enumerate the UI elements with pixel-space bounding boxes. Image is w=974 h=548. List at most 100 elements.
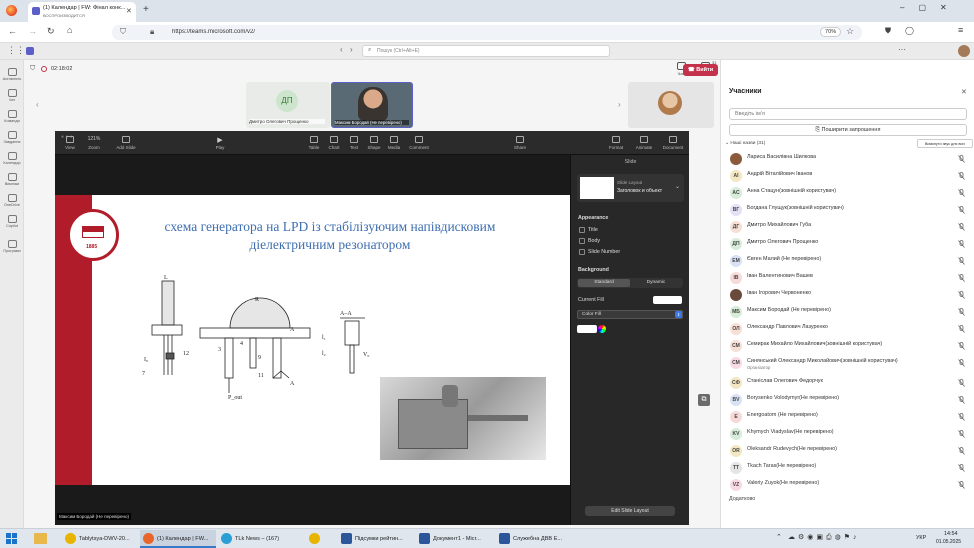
bookmark-star-icon[interactable]: ☆: [846, 26, 854, 37]
close-panel-icon[interactable]: ✕: [961, 88, 967, 96]
browser-tab[interactable]: (1) Календар | FW: Фінал конк... ВОСПРОИ…: [28, 2, 136, 22]
account-icon[interactable]: ◯: [905, 26, 914, 35]
zoom-badge[interactable]: 70%: [820, 27, 842, 37]
rail-copilot[interactable]: Copilot: [0, 215, 24, 228]
video-tile-1[interactable]: ДП Дмитро Олегович Прощенко: [246, 82, 330, 128]
tray-chevron-icon[interactable]: ⌃: [776, 533, 782, 541]
rail-calls[interactable]: Виклики: [0, 173, 24, 186]
rail-chat[interactable]: Чат: [0, 89, 24, 102]
participant-row[interactable]: ОЛ Олександр Павлович Лазуренко: [727, 321, 973, 338]
participant-row[interactable]: ЛШ Лариса Василівна Шилкова: [727, 151, 973, 168]
forward-icon[interactable]: ›: [350, 45, 353, 54]
taskbar-app[interactable]: TLk News – (167): [218, 530, 304, 548]
strip-next-icon[interactable]: ›: [618, 100, 621, 109]
pop-out-icon[interactable]: ⧉: [698, 394, 710, 406]
taskbar-app[interactable]: Документ1 - Micr...: [416, 530, 494, 548]
taskbar-app[interactable]: Служебна ДВВ Е...: [496, 530, 574, 548]
format-button[interactable]: Format: [605, 136, 627, 150]
firefox-icon[interactable]: [6, 5, 17, 16]
invite-input[interactable]: Введіть ім'я: [729, 108, 967, 120]
text-button[interactable]: Text: [343, 136, 365, 150]
media-button[interactable]: Media: [383, 136, 405, 150]
participant-row[interactable]: ЕМ Євген Малий (Не перевірено): [727, 253, 973, 270]
forward-icon[interactable]: →: [28, 26, 37, 36]
participant-row[interactable]: ІЧ Іван Ігорович Червоненко: [727, 287, 973, 304]
video-tile-3[interactable]: [628, 82, 714, 128]
close-icon[interactable]: ✕: [126, 7, 132, 15]
user-avatar[interactable]: [958, 45, 970, 57]
slide-layout-selector[interactable]: Slide Layout Заголовок и объект ⌄: [577, 174, 684, 202]
extensions-icon[interactable]: ⛊: [885, 26, 891, 36]
rail-bell[interactable]: Активність: [0, 68, 24, 81]
participant-row[interactable]: ДГ Дмитро Михайлович Губа: [727, 219, 973, 236]
app-grid-icon[interactable]: ⋮⋮: [7, 45, 25, 56]
url-field[interactable]: ⛉ 🔒︎ https://teams.microsoft.com/v2/ 70%…: [112, 25, 862, 40]
share-button[interactable]: Share: [509, 136, 531, 150]
zoom-button[interactable]: 121% Zoom: [83, 136, 105, 150]
fill-type-select[interactable]: Color Fill ⇕: [577, 310, 683, 319]
color-well[interactable]: [577, 325, 597, 333]
color-picker-icon[interactable]: [598, 325, 606, 333]
table-button[interactable]: Table: [303, 136, 325, 150]
play-button[interactable]: ▶ Play: [209, 136, 231, 150]
back-icon[interactable]: ←: [8, 26, 17, 36]
rail-cloud[interactable]: OneDrive: [0, 194, 24, 207]
clock-time[interactable]: 14:54: [944, 531, 958, 537]
participant-row[interactable]: МБ Максим Бородай (Не перевірено): [727, 304, 973, 321]
title-checkbox[interactable]: [579, 227, 585, 233]
dynamic-segment[interactable]: Dynamic: [630, 279, 682, 287]
home-icon[interactable]: ⌂: [67, 25, 72, 35]
file-explorer-icon[interactable]: [34, 533, 47, 544]
language-indicator[interactable]: УКР: [916, 535, 926, 541]
new-tab-icon[interactable]: +: [143, 4, 149, 15]
taskbar-app[interactable]: (1) Календар | FW...: [140, 530, 216, 548]
share-invite-button[interactable]: ⎘ Поширити запрошення: [729, 124, 967, 136]
rail-tasks[interactable]: Завдання: [0, 131, 24, 144]
body-checkbox[interactable]: [579, 238, 585, 244]
inspector-tab[interactable]: Slide: [571, 159, 690, 165]
participant-row[interactable]: ВГ Богдана Глущук(зовнішній користувач): [727, 202, 973, 219]
participant-row[interactable]: ІВ Іван Валентинович Вашев: [727, 270, 973, 287]
mute-all-button[interactable]: Вимкнути звук для всіх: [917, 139, 973, 148]
participant-row[interactable]: ДП Дмитро Олегович Прощенко: [727, 236, 973, 253]
section-toggle[interactable]: ⌄ Наші назви (31): [725, 141, 765, 146]
participant-row[interactable]: TT Tkach Taras(Не перевірено): [727, 460, 973, 477]
menu-icon[interactable]: ≡: [958, 25, 963, 35]
video-tile-2[interactable]: Максим Бородай (Не перевірено): [331, 82, 413, 128]
rail-teams[interactable]: Команди: [0, 110, 24, 123]
participant-row[interactable]: KV Khymych Viadyslav(Не перевірено): [727, 426, 973, 443]
search-input[interactable]: ⌕ Пошук (Ctrl+Alt+E): [362, 45, 610, 57]
participant-row[interactable]: AC Анна Стацун(зовнішній користувач): [727, 185, 973, 202]
chart-button[interactable]: Chart: [323, 136, 345, 150]
comment-button[interactable]: Comment: [406, 136, 432, 150]
participant-row[interactable]: СМ Семирак Михайло Михайлович(зовнішній к…: [727, 338, 973, 355]
taskbar-app[interactable]: Tablytsya-DWV-20...: [62, 530, 138, 548]
shape-button[interactable]: Shape: [363, 136, 385, 150]
standard-segment[interactable]: Standard: [578, 279, 630, 287]
leave-button[interactable]: ☎︎ Вийти: [683, 64, 718, 76]
clock-date[interactable]: 01.05.2025: [936, 539, 961, 545]
add-slide-button[interactable]: Add Slide: [113, 136, 139, 150]
more-options-icon[interactable]: ⋯: [898, 45, 906, 54]
start-icon[interactable]: [6, 533, 17, 544]
edit-slide-layout-button[interactable]: Edit Slide Layout: [585, 506, 675, 516]
participant-row[interactable]: BV Borysenko Volodymyr(Не перевірено): [727, 392, 973, 409]
rail-calendar[interactable]: Календар: [0, 152, 24, 165]
additional-section[interactable]: Додатково: [729, 496, 755, 502]
rail-apps[interactable]: Програми: [0, 240, 24, 253]
participant-row[interactable]: AI Андрій Віталійович Іванов: [727, 168, 973, 185]
slide-number-checkbox[interactable]: [579, 249, 585, 255]
slide[interactable]: 1885 схема генератора на LPD із стабіліз…: [55, 195, 570, 485]
participant-row[interactable]: VZ Valeriy Zuyok(Не перевірено): [727, 477, 973, 494]
back-icon[interactable]: ‹: [340, 45, 343, 54]
participant-row[interactable]: СФ Станіслав Олегович Федорчук: [727, 375, 973, 392]
strip-prev-icon[interactable]: ‹: [36, 100, 39, 109]
participant-row[interactable]: OR Oleksandr Rudevych(Не перевірено): [727, 443, 973, 460]
view-button[interactable]: View: [59, 136, 81, 150]
current-fill-swatch[interactable]: [653, 296, 682, 304]
animate-button[interactable]: Animate: [633, 136, 655, 150]
taskbar-app[interactable]: Підсумки рейтин...: [338, 530, 414, 548]
document-button[interactable]: Document: [659, 136, 687, 150]
participant-row[interactable]: E Energoatom (Не перевірено): [727, 409, 973, 426]
participant-row[interactable]: СМ Синянський Олександр Миколайович(зовні…: [727, 355, 973, 375]
